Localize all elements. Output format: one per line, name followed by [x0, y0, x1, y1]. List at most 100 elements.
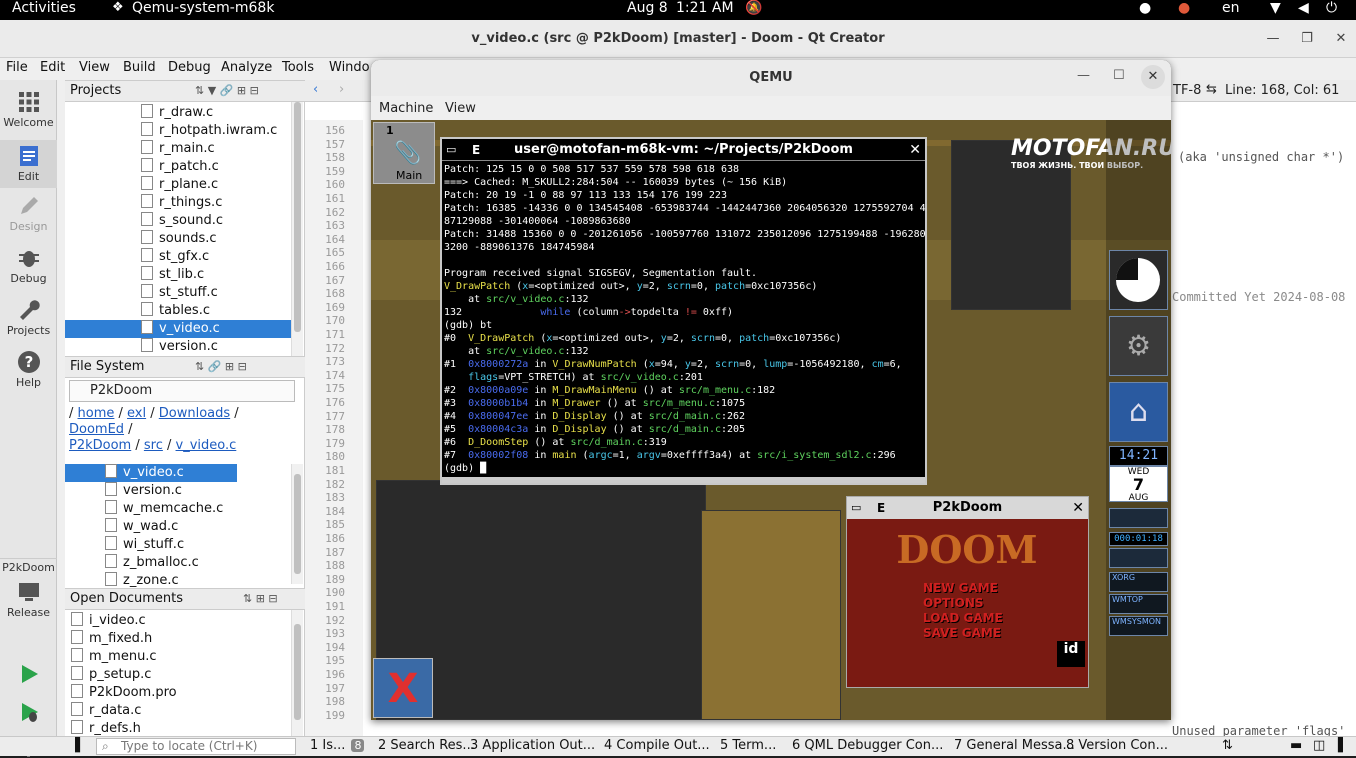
mode-edit[interactable]: Edit — [0, 140, 57, 188]
toggle-sidebar-icon[interactable]: ▐ — [70, 738, 80, 753]
term-scrollbar[interactable] — [442, 477, 925, 483]
output-tab[interactable]: 3 Application Out... — [470, 738, 595, 753]
term-close-icon[interactable]: ✕ — [909, 139, 921, 161]
menu-build[interactable]: Build — [123, 60, 156, 75]
project-file-item[interactable]: v_video.c — [65, 320, 291, 338]
doom-e-button[interactable]: E — [877, 497, 885, 519]
fs-file-item[interactable]: version.c — [65, 482, 285, 500]
menu-analyze[interactable]: Analyze — [221, 60, 272, 75]
crumb-downloads[interactable]: Downloads — [159, 406, 230, 421]
encoding-label[interactable]: TF-8 — [1173, 83, 1201, 98]
project-file-item[interactable]: version.c — [141, 338, 291, 356]
launcher-icon[interactable]: X — [373, 658, 433, 718]
keyboard-layout[interactable]: en — [1222, 0, 1240, 16]
qemu-minimize-button[interactable]: — — [1077, 68, 1090, 83]
mode-projects[interactable]: Projects — [0, 298, 57, 344]
crumb-src[interactable]: src — [144, 438, 163, 453]
output-tab[interactable]: 6 QML Debugger Con... — [792, 738, 943, 753]
qemu-close-button[interactable]: ✕ — [1141, 65, 1165, 89]
project-file-item[interactable]: st_gfx.c — [141, 248, 291, 266]
menu-edit[interactable]: Edit — [40, 60, 65, 75]
maximize-button[interactable]: ❐ — [1292, 20, 1322, 58]
fs-file-item[interactable]: w_memcache.c — [65, 500, 285, 518]
doom-close-icon[interactable]: ✕ — [1072, 497, 1084, 519]
debug-run-button[interactable] — [0, 700, 57, 728]
mode-help[interactable]: ? Help — [0, 350, 57, 396]
qemu-menu-view[interactable]: View — [445, 101, 476, 116]
cursor-position[interactable]: Line: 168, Col: 61 — [1225, 83, 1339, 98]
project-file-item[interactable]: sounds.c — [141, 230, 291, 248]
project-file-item[interactable]: s_sound.c — [141, 212, 291, 230]
menu-debug[interactable]: Debug — [168, 60, 211, 75]
mode-design[interactable]: Design — [0, 194, 57, 240]
project-tree-scrollbar[interactable] — [291, 102, 303, 364]
output-tab[interactable]: 2 Search Res... — [378, 738, 475, 753]
opendocs-tools-icon[interactable]: ⇅ ⊞ ⊟ — [243, 589, 278, 609]
open-document-item[interactable]: m_menu.c — [65, 648, 291, 666]
project-file-item[interactable]: st_lib.c — [141, 266, 291, 284]
project-file-item[interactable]: r_plane.c — [141, 176, 291, 194]
project-file-item[interactable]: tables.c — [141, 302, 291, 320]
project-file-item[interactable]: r_things.c — [141, 194, 291, 212]
wifi-icon[interactable]: ▼ — [1270, 0, 1281, 16]
volume-icon[interactable]: ◀ — [1298, 0, 1309, 16]
filter-icon[interactable]: ⇅ ▼ 🔗 ⊞ ⊟ — [195, 81, 259, 101]
fs-root-combo[interactable]: P2kDoom — [69, 380, 295, 402]
dock-app-home[interactable]: ⌂ — [1109, 382, 1168, 442]
project-file-item[interactable]: r_patch.c — [141, 158, 291, 176]
dock-wmtop[interactable]: WMTOP — [1109, 594, 1168, 614]
dock-meter[interactable] — [1109, 508, 1168, 528]
tabs-scroll-icon[interactable]: ⇅ — [1222, 738, 1233, 753]
output-tab[interactable]: 7 General Messa... — [954, 738, 1075, 753]
open-document-item[interactable]: r_data.c — [65, 702, 291, 720]
power-icon[interactable]: ⏻ — [1326, 0, 1337, 16]
progress-icon[interactable]: ▬ — [1290, 738, 1302, 753]
fs-file-item[interactable]: v_video.c — [65, 464, 237, 482]
dock-timer[interactable]: 000:01:18 — [1109, 532, 1168, 546]
fs-file-item[interactable]: z_bmalloc.c — [65, 554, 285, 572]
fs-file-item[interactable]: w_wad.c — [65, 518, 285, 536]
workspace-pager[interactable]: 1 Main 📎 — [373, 122, 435, 184]
crumb-home[interactable]: home — [78, 406, 115, 421]
dock-app-1[interactable] — [1109, 250, 1168, 310]
menu-tools[interactable]: Tools — [282, 60, 314, 75]
open-document-item[interactable]: i_video.c — [65, 612, 291, 630]
locate-input[interactable]: ⌕ Type to locate (Ctrl+K) — [96, 738, 296, 755]
doom-menu-item[interactable]: OPTIONS — [923, 596, 984, 610]
fs-file-item[interactable]: wi_stuff.c — [65, 536, 285, 554]
tray-app-icon[interactable]: ● — [1139, 0, 1151, 16]
doom-menu-item[interactable]: SAVE GAME — [923, 626, 1001, 640]
fs-tools-icon[interactable]: ⇅ 🔗 ⊞ ⊟ — [195, 357, 247, 377]
mode-welcome[interactable]: Welcome — [0, 90, 57, 136]
project-file-item[interactable]: r_draw.c — [141, 104, 291, 122]
menu-file[interactable]: File — [6, 60, 28, 75]
terminal-window[interactable]: ▭ E user@motofan-m68k-vm: ~/Projects/P2k… — [440, 137, 927, 485]
output-pane-toggle-icon[interactable]: ◫ — [1313, 738, 1325, 753]
term-e-button[interactable]: E — [472, 139, 480, 161]
forward-arrow-icon[interactable]: › — [339, 82, 344, 97]
project-file-item[interactable]: r_hotpath.iwram.c — [141, 122, 291, 140]
crumb-doomed[interactable]: DoomEd — [69, 422, 124, 437]
dock-app-2[interactable]: ⚙ — [1109, 316, 1168, 376]
doom-menu-item[interactable]: LOAD GAME — [923, 611, 1003, 625]
clock-time[interactable]: 1:21 AM — [676, 0, 734, 16]
output-tab[interactable]: 5 Term... — [720, 738, 776, 753]
dock-graph[interactable] — [1109, 548, 1168, 568]
open-document-item[interactable]: p_setup.c — [65, 666, 291, 684]
kit-selector[interactable]: P2kDoom Release — [0, 558, 57, 644]
run-button[interactable] — [0, 662, 57, 690]
activities-button[interactable]: Activities — [12, 0, 76, 16]
minimize-button[interactable]: — — [1258, 20, 1288, 58]
project-file-item[interactable]: st_stuff.c — [141, 284, 291, 302]
dock-wmsysmon[interactable]: WMSYSMON — [1109, 616, 1168, 636]
doom-iconify-icon[interactable]: ▭ — [851, 497, 861, 519]
firefox-icon[interactable]: ● — [1178, 0, 1190, 16]
menu-view[interactable]: View — [79, 60, 110, 75]
project-file-item[interactable]: r_main.c — [141, 140, 291, 158]
opendocs-scrollbar[interactable] — [291, 610, 303, 736]
open-document-item[interactable]: P2kDoom.pro — [65, 684, 291, 702]
crumb-p2kdoom[interactable]: P2kDoom — [69, 438, 131, 453]
menu-window[interactable]: Windo — [329, 60, 370, 75]
clock-date[interactable]: Aug 8 — [627, 0, 668, 16]
back-arrow-icon[interactable]: ‹ — [313, 82, 318, 97]
